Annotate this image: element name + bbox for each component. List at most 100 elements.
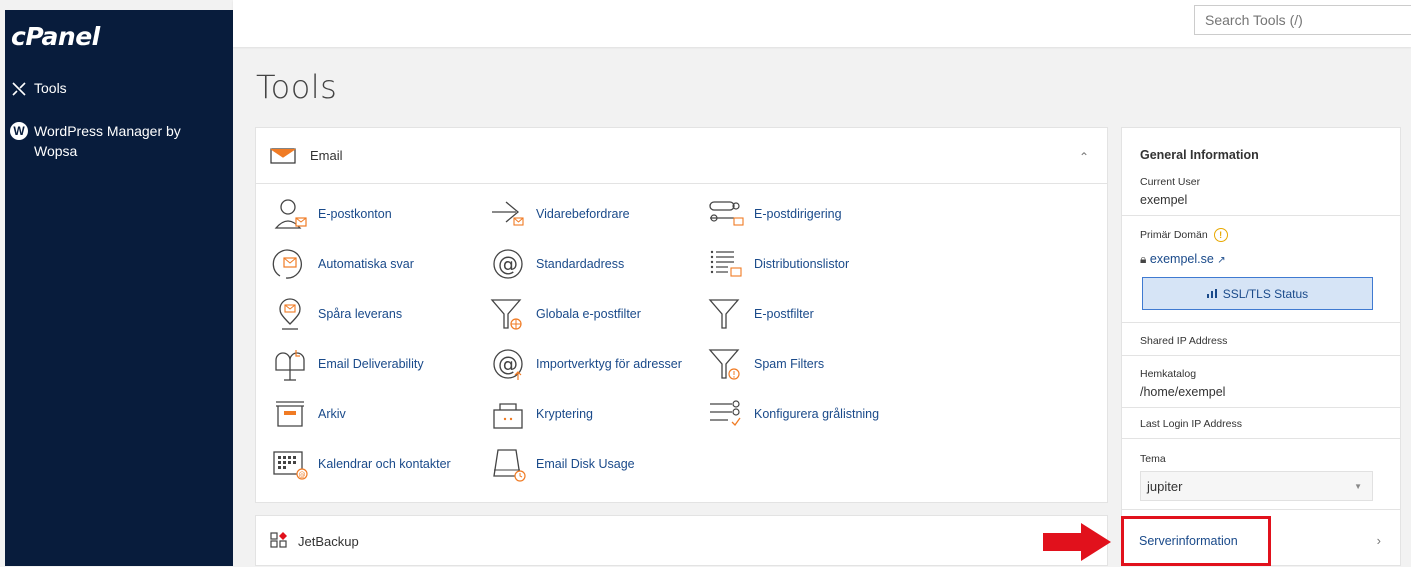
jetbackup-icon [270, 532, 288, 551]
tool-forwarders[interactable]: Vidarebefordrare [488, 196, 630, 232]
server-information-link[interactable]: Serverinformation › [1121, 516, 1401, 566]
autoresponders-icon [270, 246, 310, 282]
primary-domain-label-wrap: Primär Domän ! [1140, 228, 1382, 242]
ssl-tls-status-button[interactable]: SSL/TLS Status [1142, 277, 1373, 310]
svg-text:@: @ [498, 252, 518, 276]
current-user-label: Current User [1140, 176, 1201, 188]
page-title: Tools [256, 68, 338, 106]
tool-email-deliverability[interactable]: Email Deliverability [270, 346, 424, 382]
tool-label: E-postkonton [318, 207, 392, 221]
jetbackup-section-header[interactable]: JetBackup [256, 516, 1107, 567]
ssl-button-label: SSL/TLS Status [1222, 286, 1309, 301]
tool-label: Importverktyg för adresser [536, 357, 682, 371]
primary-domain-label: Primär Domän [1140, 228, 1208, 241]
current-user-value: exempel [1140, 193, 1188, 207]
last-login-label: Last Login IP Address [1140, 418, 1242, 430]
home-dir-label: Hemkatalog [1140, 368, 1197, 380]
mailing-lists-icon [706, 246, 746, 282]
email-accounts-icon [270, 196, 310, 232]
tool-autoresponders[interactable]: Automatiska svar [270, 246, 414, 282]
cpanel-logo[interactable]: cPanel [11, 22, 100, 51]
envelope-icon [270, 147, 296, 164]
tool-label: Kalendrar och kontakter [318, 457, 451, 471]
tool-label: Globala e-postfilter [536, 307, 641, 321]
email-section-header[interactable]: Email ⌃ [256, 128, 1107, 184]
wordpress-icon: W [10, 122, 28, 140]
sidebar-item-wordpress[interactable]: W WordPress Manager by Wopsa [10, 121, 220, 161]
email-routing-icon [706, 196, 746, 232]
greylisting-icon [706, 396, 746, 432]
tool-greylisting[interactable]: Konfigurera grålistning [706, 396, 879, 432]
sidebar-item-label: WordPress Manager by Wopsa [34, 123, 181, 159]
theme-label: Tema [1140, 453, 1166, 465]
tool-calendars[interactable]: @ Kalendrar och kontakter [270, 446, 451, 482]
email-section-title: Email [310, 148, 343, 163]
sidebar-item-tools[interactable]: Tools [10, 80, 67, 101]
archive-icon [270, 396, 310, 432]
shared-ip-label: Shared IP Address [1140, 335, 1228, 347]
jetbackup-panel: JetBackup [255, 515, 1108, 566]
general-info-panel: General Information Current User exempel… [1121, 127, 1401, 566]
tool-label: Spam Filters [754, 357, 825, 371]
tool-address-importer[interactable]: @ Importverktyg för adresser [488, 346, 682, 382]
svg-text:@: @ [498, 352, 518, 376]
tool-label: Automatiska svar [318, 257, 414, 271]
tool-disk-usage[interactable]: Email Disk Usage [488, 446, 635, 482]
tool-encryption[interactable]: Kryptering [488, 396, 593, 432]
tool-label: E-postdirigering [754, 207, 842, 221]
home-dir-value: /home/exempel [1140, 385, 1226, 399]
theme-select[interactable]: jupiter ▼ [1140, 471, 1373, 501]
deliverability-icon [270, 346, 310, 382]
tool-label: Distributionslistor [754, 257, 850, 271]
tool-global-filters[interactable]: Globala e-postfilter [488, 296, 641, 332]
tool-label: Kryptering [536, 407, 593, 421]
lock-icon: 🔒︎ [1140, 252, 1147, 266]
tool-email-accounts[interactable]: E-postkonton [270, 196, 392, 232]
tool-label: Email Deliverability [318, 357, 424, 371]
red-arrow-annotation [1043, 523, 1111, 561]
email-filters-icon [706, 296, 746, 332]
last-login-row: Last Login IP Address [1122, 408, 1400, 439]
home-dir-row: Hemkatalog /home/exempel [1122, 356, 1400, 408]
current-user-row: Current User exempel [1122, 174, 1400, 216]
shared-ip-row: Shared IP Address [1122, 323, 1400, 356]
primary-domain-link-wrap: 🔒︎ exempel.se ↗ [1140, 252, 1382, 267]
tool-mailing-lists[interactable]: Distributionslistor [706, 246, 849, 282]
dropdown-arrow-icon: ▼ [1354, 481, 1362, 491]
spam-filters-icon [706, 346, 746, 382]
theme-row: Tema jupiter ▼ [1122, 439, 1400, 510]
disk-usage-icon [488, 446, 528, 482]
chevron-right-icon: › [1376, 533, 1381, 548]
track-delivery-icon [270, 296, 310, 332]
tool-archive[interactable]: Arkiv [270, 396, 346, 432]
jetbackup-section-title: JetBackup [298, 534, 359, 549]
sidebar: cPanel Tools W WordPress Manager by Wops… [5, 10, 233, 566]
tool-email-routing[interactable]: E-postdirigering [706, 196, 842, 232]
tool-label: Standardadress [536, 257, 625, 271]
general-info-title: General Information [1140, 148, 1259, 162]
tool-label: Arkiv [318, 407, 346, 421]
warning-icon[interactable]: ! [1213, 228, 1228, 242]
tool-label: Email Disk Usage [536, 457, 635, 471]
tool-label: Vidarebefordrare [536, 207, 630, 221]
tool-label: E-postfilter [754, 307, 814, 321]
tool-email-filters[interactable]: E-postfilter [706, 296, 814, 332]
tool-spam-filters[interactable]: Spam Filters [706, 346, 824, 382]
encryption-icon [488, 396, 528, 432]
email-panel: Email ⌃ E-postkonton Automatiska svar Sp… [255, 127, 1108, 503]
bar-chart-icon [1206, 287, 1217, 301]
chevron-up-icon[interactable]: ⌃ [1079, 150, 1089, 164]
forwarders-icon [488, 196, 528, 232]
global-filters-icon [488, 296, 528, 332]
calendars-icon: @ [270, 446, 310, 482]
external-link-icon: ↗ [1217, 255, 1226, 266]
primary-domain-row: Primär Domän ! 🔒︎ exempel.se ↗ SSL/TLS S… [1122, 216, 1400, 323]
server-information-label: Serverinformation [1139, 534, 1238, 548]
tools-icon [10, 80, 28, 101]
tool-label: Spåra leverans [318, 307, 403, 321]
tool-default-address[interactable]: @ Standardadress [488, 246, 624, 282]
search-input[interactable] [1194, 5, 1411, 35]
tool-label: Konfigurera grålistning [754, 407, 880, 421]
primary-domain-link[interactable]: exempel.se [1150, 252, 1214, 266]
tool-track-delivery[interactable]: Spåra leverans [270, 296, 402, 332]
